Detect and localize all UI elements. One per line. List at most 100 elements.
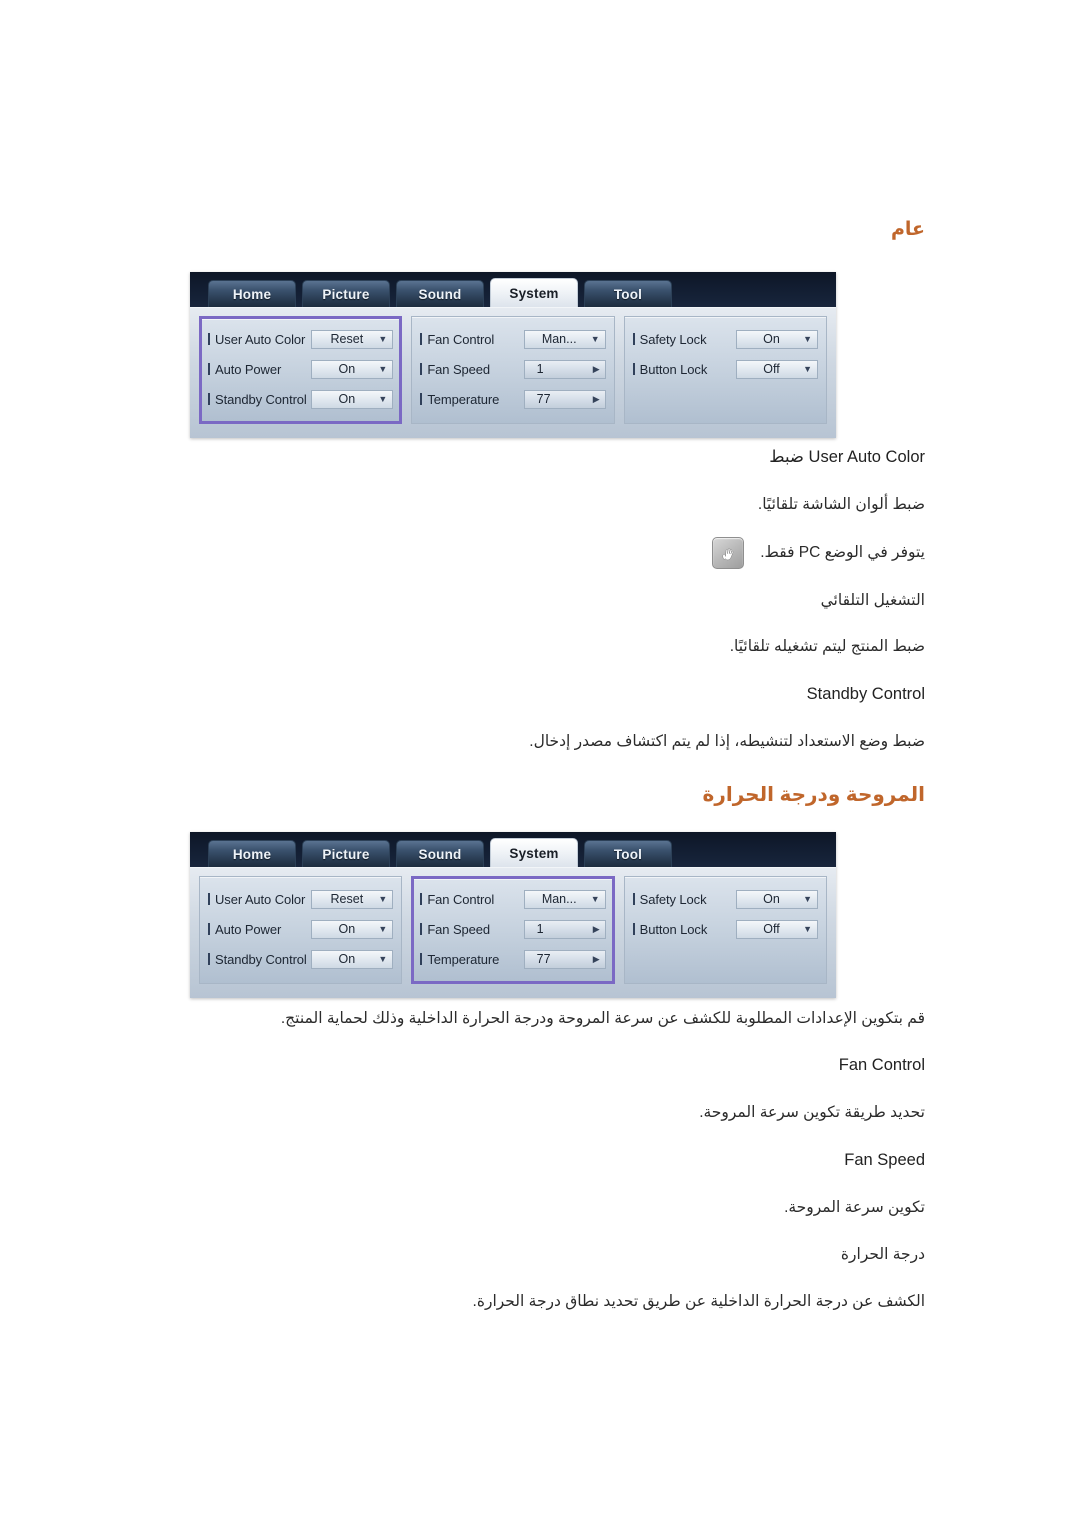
fan-item1-title: Fan Control bbox=[838, 1056, 925, 1074]
osd-label: Button Lock bbox=[632, 921, 708, 937]
chevron-right-icon: ▶ bbox=[592, 363, 600, 374]
osd-tab-tool[interactable]: Tool bbox=[584, 280, 672, 307]
fan-item3-title: درجة الحرارة bbox=[840, 1246, 925, 1263]
osd-dropdown-auto-power[interactable]: On ▼ bbox=[311, 359, 394, 379]
bullet-icon bbox=[208, 393, 210, 405]
osd-label: Temperature bbox=[420, 392, 499, 407]
chevron-down-icon: ▼ bbox=[378, 923, 388, 934]
osd-dropdown-fan-control[interactable]: Man... ▼ bbox=[523, 889, 606, 909]
osd-label: Safety Lock bbox=[632, 891, 707, 907]
osd-control-value: On bbox=[338, 392, 356, 406]
osd-label: User Auto Color bbox=[208, 332, 305, 347]
chevron-down-icon: ▼ bbox=[378, 893, 388, 904]
osd-label: Button Lock bbox=[632, 362, 707, 377]
general-item3-title: Standby Control bbox=[806, 685, 925, 703]
osd-row: Temperature 77 ▶ bbox=[420, 384, 606, 414]
osd-tab-tool[interactable]: Tool bbox=[584, 840, 672, 867]
osd-label: Fan Control bbox=[420, 332, 494, 347]
osd-control-value: On bbox=[763, 332, 780, 346]
osd-group-fan-temp: Fan Control Man... ▼ Fan Speed 1 ▶ Temperature… bbox=[411, 876, 615, 984]
osd-control-value: On bbox=[338, 952, 356, 966]
osd-label: Standby Control bbox=[208, 952, 307, 967]
osd-label-text: Fan Control bbox=[427, 891, 495, 907]
osd-dropdown-standby-control[interactable]: On ▼ bbox=[311, 949, 394, 969]
osd-label-text: User Auto Color bbox=[215, 331, 306, 347]
osd-dropdown-fan-control[interactable]: Man... ▼ bbox=[523, 329, 606, 349]
osd-stepper-fan-speed[interactable]: 1 ▶ bbox=[523, 919, 606, 939]
osd-row: Safety Lock On ▼ bbox=[632, 324, 818, 354]
bullet-icon bbox=[208, 923, 210, 935]
osd-control-value: Man... bbox=[541, 892, 577, 906]
osd-label-text: Safety Lock bbox=[639, 891, 707, 907]
osd-screenshot-general: Home Picture Sound System Tool User Auto Colo… bbox=[190, 272, 836, 438]
bullet-icon bbox=[420, 893, 423, 905]
osd-dropdown-safety-lock[interactable]: On ▼ bbox=[735, 329, 818, 349]
osd-dropdown-auto-power[interactable]: On ▼ bbox=[311, 919, 394, 939]
osd-tab-picture[interactable]: Picture bbox=[302, 280, 390, 307]
osd-row: Auto Power On ▼ bbox=[208, 914, 394, 944]
osd-dropdown-button-lock[interactable]: Off ▼ bbox=[735, 359, 818, 379]
fan-item3-desc: الكشف عن درجة الحرارة الداخلية عن طريق ت… bbox=[472, 1293, 925, 1310]
osd-stepper-temperature[interactable]: 77 ▶ bbox=[523, 389, 606, 409]
general-item2-desc: ضبط المنتج ليتم تشغيله تلقائيًا. bbox=[729, 638, 925, 655]
osd-label: Standby Control bbox=[208, 392, 307, 407]
osd-stepper-temperature[interactable]: 77 ▶ bbox=[523, 949, 606, 969]
osd-control-value: 77 bbox=[536, 392, 551, 406]
osd-control-value: On bbox=[763, 892, 780, 906]
osd-tab-home[interactable]: Home bbox=[208, 280, 296, 307]
osd-tabbar: Home Picture Sound System Tool bbox=[190, 832, 836, 867]
bullet-icon bbox=[420, 923, 423, 935]
osd-label-text: Auto Power bbox=[215, 921, 282, 937]
osd-stepper-fan-speed[interactable]: 1 ▶ bbox=[523, 359, 606, 379]
osd-label: Temperature bbox=[420, 952, 499, 967]
osd-dropdown-button-lock[interactable]: Off ▼ bbox=[735, 919, 818, 939]
general-item2-title: التشغيل التلقائي bbox=[820, 592, 925, 609]
osd-control-value: Reset bbox=[330, 892, 364, 906]
section-heading-general: عام bbox=[890, 219, 925, 240]
osd-control-value: On bbox=[338, 362, 356, 376]
note-hand-icon bbox=[712, 537, 745, 569]
osd-row: Button Lock Off ▼ bbox=[632, 354, 818, 384]
chevron-down-icon: ▼ bbox=[803, 923, 812, 934]
osd-dropdown-safety-lock[interactable]: On ▼ bbox=[735, 889, 818, 909]
osd-tab-sound[interactable]: Sound bbox=[396, 280, 484, 307]
osd-label-text: User Auto Color bbox=[215, 891, 306, 907]
osd-label: Fan Control bbox=[420, 892, 494, 907]
osd-dropdown-standby-control[interactable]: On ▼ bbox=[311, 389, 394, 409]
osd-label: Safety Lock bbox=[632, 331, 707, 347]
osd-tabbar: Home Picture Sound System Tool bbox=[190, 272, 836, 307]
chevron-down-icon: ▼ bbox=[803, 363, 812, 374]
chevron-down-icon: ▼ bbox=[803, 893, 812, 904]
manual-page: عام Home Picture Sound System Tool User Auto … bbox=[0, 0, 1080, 1527]
osd-tab-system[interactable]: System bbox=[490, 838, 578, 867]
chevron-down-icon: ▼ bbox=[378, 333, 388, 344]
bullet-icon bbox=[208, 333, 210, 345]
osd-row: Fan Speed 1 ▶ bbox=[420, 354, 606, 384]
osd-label: Auto Power bbox=[208, 922, 281, 937]
osd-label: Fan Speed bbox=[420, 362, 490, 377]
osd-row: Standby Control On ▼ bbox=[208, 384, 394, 414]
osd-control-value: 1 bbox=[536, 922, 544, 936]
osd-label: Fan Speed bbox=[420, 922, 490, 937]
bullet-icon bbox=[632, 333, 635, 345]
osd-row: Temperature 77 ▶ bbox=[420, 944, 606, 974]
fan-item2-title: Fan Speed bbox=[844, 1151, 925, 1169]
osd-row: Standby Control On ▼ bbox=[208, 944, 394, 974]
osd-dropdown-user-auto-color[interactable]: Reset ▼ bbox=[311, 329, 394, 349]
osd-label-text: Safety Lock bbox=[639, 331, 707, 347]
osd-tab-sound[interactable]: Sound bbox=[396, 840, 484, 867]
osd-tab-picture[interactable]: Picture bbox=[302, 840, 390, 867]
osd-label-text: Button Lock bbox=[639, 921, 708, 937]
osd-tab-home[interactable]: Home bbox=[208, 840, 296, 867]
osd-body: User Auto Color Reset ▼ Auto Power On ▼ Standb… bbox=[190, 307, 836, 438]
osd-dropdown-user-auto-color[interactable]: Reset ▼ bbox=[311, 889, 394, 909]
osd-row: Fan Control Man... ▼ bbox=[420, 324, 606, 354]
general-item3-desc: ضبط وضع الاستعداد لتنشيطه، إذا لم يتم اك… bbox=[529, 733, 925, 750]
osd-tab-system[interactable]: System bbox=[490, 278, 578, 307]
osd-body: User Auto Color Reset ▼ Auto Power On ▼ Standb… bbox=[190, 867, 836, 998]
bullet-icon bbox=[632, 363, 635, 375]
bullet-icon bbox=[208, 893, 210, 905]
bullet-icon bbox=[420, 363, 423, 375]
bullet-icon bbox=[208, 363, 210, 375]
fan-item1-desc: تحديد طريقة تكوين سرعة المروحة. bbox=[699, 1104, 925, 1121]
